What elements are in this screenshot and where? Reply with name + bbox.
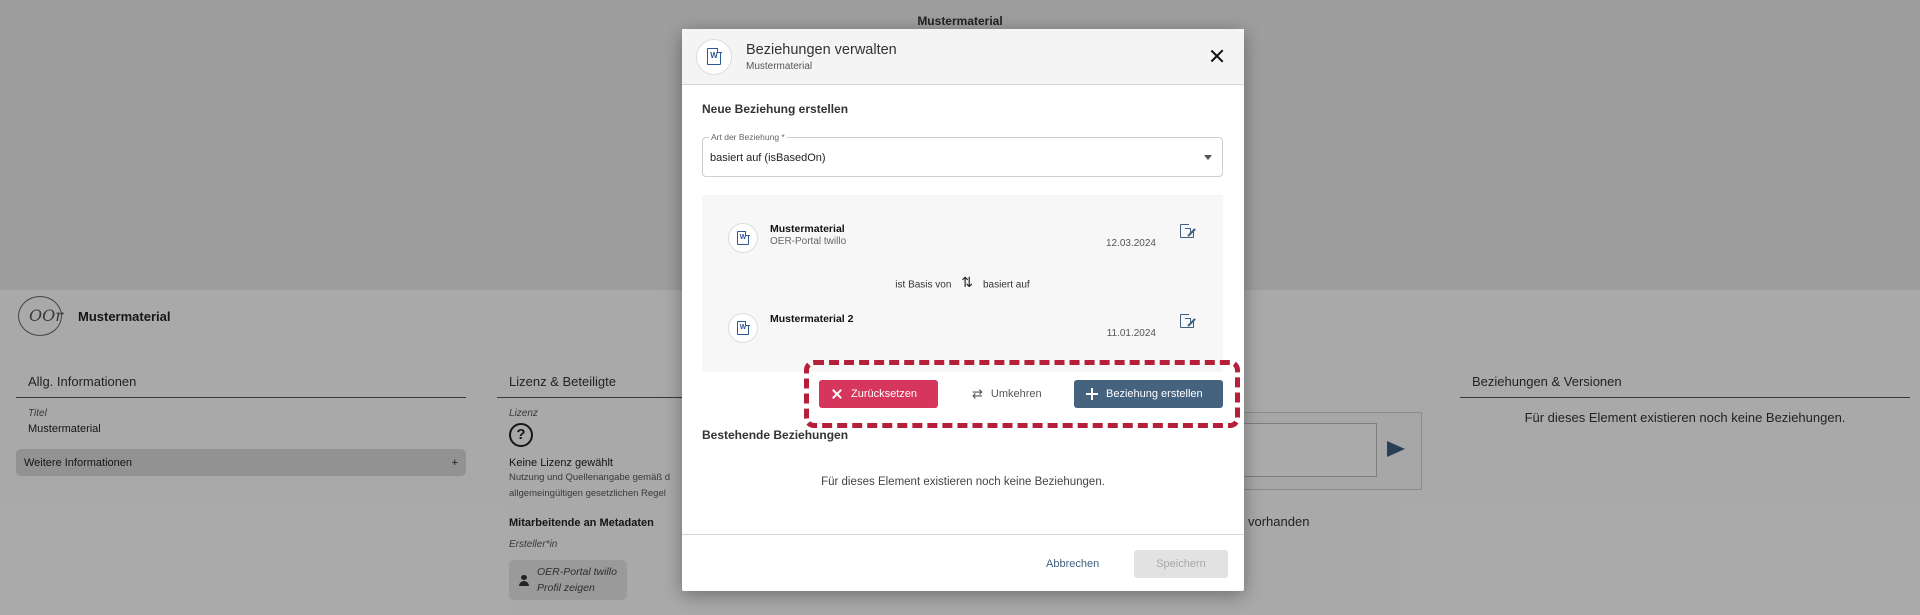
existing-relations-empty: Für dieses Element existieren noch keine… [821,476,1105,488]
word-document-icon: W [737,320,750,335]
relation-direction: ist Basis von basiert auf [702,275,1223,292]
close-icon[interactable] [1208,47,1226,65]
existing-relations-title: Bestehende Beziehungen [702,428,849,442]
target-date: 11.01.2024 [1106,328,1156,339]
source-document-badge: W [728,223,758,253]
dialog-title: Beziehungen verwalten [746,41,897,58]
save-button[interactable]: Speichern [1134,550,1228,578]
source-name: Mustermaterial [770,223,845,235]
source-item: W Mustermaterial OER-Portal twillo 12.03… [728,219,1198,259]
highlight-frame [804,360,1240,428]
swap-vertical-icon[interactable] [960,275,974,292]
relation-type-label: Art der Beziehung * [709,132,787,142]
direction-right-label: basiert auf [983,279,1030,291]
direction-left-label: ist Basis von [895,279,952,291]
open-external-icon[interactable] [1180,221,1197,238]
chevron-down-icon [1204,155,1212,160]
relation-preview: W Mustermaterial OER-Portal twillo 12.03… [702,195,1223,372]
target-name: Mustermaterial 2 [770,313,854,325]
cancel-button[interactable]: Abbrechen [1038,550,1107,578]
relation-type-value: basiert auf (isBasedOn) [710,152,826,164]
dialog-subtitle: Mustermaterial [746,60,813,72]
document-badge: W [696,38,732,75]
relation-type-select[interactable]: Art der Beziehung * basiert auf (isBased… [702,132,1223,177]
target-document-badge: W [728,313,758,343]
open-external-icon[interactable] [1180,311,1197,328]
dialog-footer: Abbrechen Speichern [682,534,1244,591]
manage-relations-dialog: W Beziehungen verwalten Mustermaterial N… [682,29,1244,591]
source-publisher: OER-Portal twillo [770,236,847,247]
target-item: W Mustermaterial 2 11.01.2024 [728,309,1198,349]
new-relation-title: Neue Beziehung erstellen [702,102,849,116]
dialog-header: W Beziehungen verwalten Mustermaterial [682,29,1244,85]
source-date: 12.03.2024 [1105,238,1156,249]
word-document-icon: W [737,230,750,245]
word-document-icon: W [707,47,722,65]
